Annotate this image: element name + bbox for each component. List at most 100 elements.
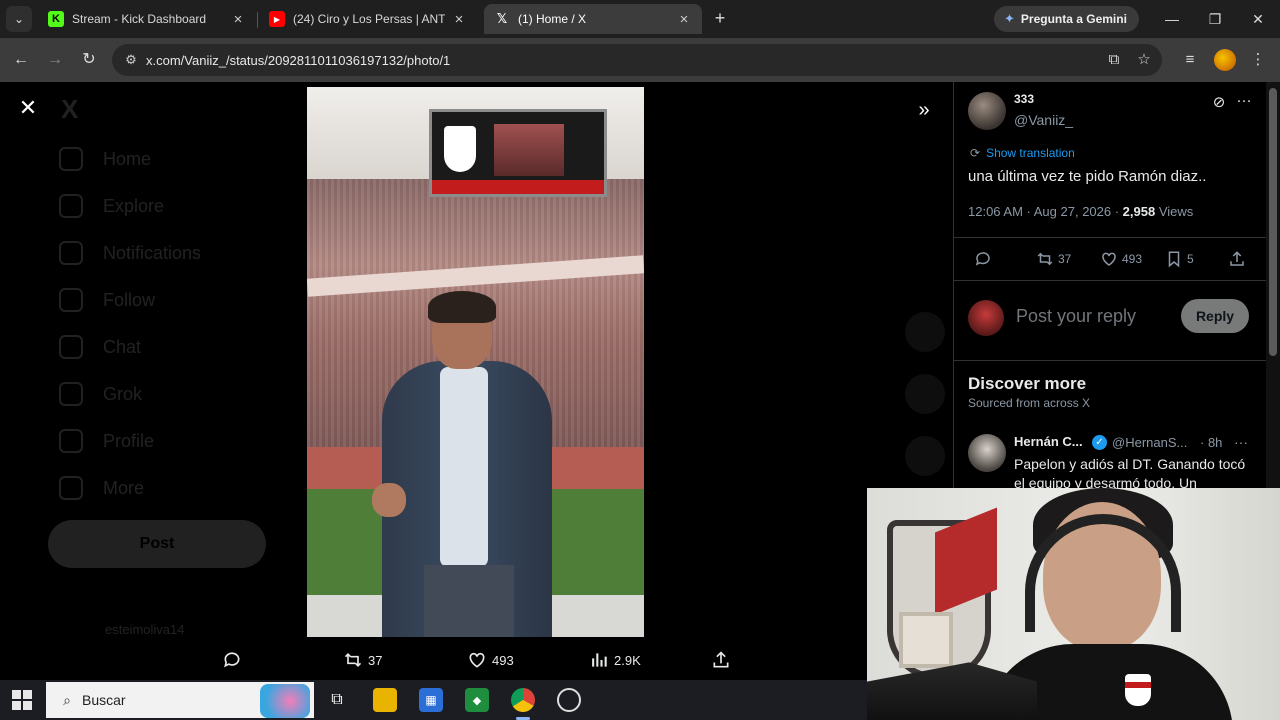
reload-icon[interactable]: ↻ — [76, 47, 102, 73]
close-photo-icon[interactable]: ✕ — [16, 96, 40, 120]
photo-person-jeans — [424, 565, 514, 637]
kick-icon: K — [48, 11, 64, 27]
author-handle[interactable]: @Vaniiz_ — [1014, 112, 1073, 128]
tab-x-home[interactable]: 𝕏 (1) Home / X × — [484, 4, 702, 34]
install-app-icon[interactable]: ⧉ — [1101, 47, 1127, 73]
x-logo-icon: X — [61, 94, 79, 124]
media-controls-icon[interactable]: ≡ — [1177, 47, 1203, 73]
taskbar-search-box[interactable]: ⌕ Buscar — [46, 682, 314, 718]
more-options-icon[interactable]: ··· — [1234, 434, 1248, 450]
windows-start-icon[interactable] — [12, 690, 32, 710]
show-translation-link[interactable]: ⟳ Show translation — [970, 146, 1075, 160]
river-plate-crest-icon — [444, 126, 476, 172]
task-view-icon[interactable]: ⧉ — [325, 688, 349, 712]
bell-icon — [59, 241, 83, 265]
tweet-photo[interactable] — [307, 87, 644, 637]
related-author-name[interactable]: Hernán C... — [1014, 434, 1083, 449]
retweet-count: 37 — [368, 652, 383, 668]
reply-icon — [975, 252, 990, 266]
tab-youtube[interactable]: ▶ (24) Ciro y Los Persas | ANT × — [259, 4, 477, 34]
chrome-menu-icon[interactable]: ⋮ — [1245, 47, 1271, 73]
obs-icon[interactable] — [557, 688, 581, 712]
nav-explore: Explore — [59, 191, 164, 221]
like-count: 493 — [492, 652, 514, 668]
tab-separator — [257, 12, 258, 28]
more-options-icon[interactable]: ··· — [1234, 92, 1254, 110]
related-post-time[interactable]: · 8h — [1200, 435, 1222, 450]
nav-chat: Chat — [59, 332, 141, 362]
panel-share-button[interactable] — [1228, 250, 1250, 268]
nav-notifications: Notifications — [59, 238, 201, 268]
tab-title: (1) Home / X — [518, 12, 587, 26]
close-tab-icon[interactable]: × — [676, 11, 692, 28]
address-bar[interactable]: ⚙ x.com/Vaniiz_/status/20928110110361971… — [112, 44, 1162, 76]
photo-scoreboard — [429, 109, 607, 197]
panel-retweet-button[interactable]: 37 — [1036, 250, 1071, 268]
bookmark-star-icon[interactable]: ☆ — [1131, 47, 1157, 73]
new-tab-button[interactable]: + — [709, 7, 731, 29]
tweet-timestamp[interactable]: 12:06 AM · Aug 27, 2026 · — [968, 204, 1123, 219]
microsoft-store-icon[interactable]: ▦ — [419, 688, 443, 712]
tab-kick-dashboard[interactable]: K Stream - Kick Dashboard × — [38, 4, 256, 34]
account-name: esteimoliva14 — [105, 622, 185, 637]
divider — [954, 237, 1266, 238]
back-icon[interactable]: ← — [8, 47, 34, 73]
photo-red-band — [432, 180, 604, 194]
like-button[interactable]: 493 — [466, 650, 514, 670]
retweet-button[interactable]: 37 — [342, 650, 382, 670]
profile-avatar[interactable] — [1214, 49, 1236, 71]
webcam-overlay — [867, 488, 1280, 720]
scrollbar-thumb[interactable] — [1269, 88, 1277, 356]
background-avatar — [905, 312, 945, 352]
forward-icon[interactable]: → — [42, 47, 68, 73]
shield-red-band — [935, 507, 997, 615]
related-author-avatar[interactable] — [968, 434, 1006, 472]
share-button[interactable] — [710, 650, 736, 670]
minimize-icon[interactable]: — — [1159, 6, 1185, 32]
url-text: x.com/Vaniiz_/status/2092811011036197132… — [146, 52, 451, 68]
nav-profile: Profile — [59, 426, 154, 456]
river-plate-crest-icon — [1125, 674, 1151, 706]
views-button[interactable]: 2.9K — [588, 650, 641, 670]
close-tab-icon[interactable]: × — [230, 11, 246, 28]
gemini-sparkle-icon: ✦ — [1004, 11, 1015, 26]
person-add-icon — [59, 288, 83, 312]
divider — [954, 280, 1266, 281]
heart-icon — [469, 652, 485, 668]
author-avatar[interactable] — [968, 92, 1006, 130]
collapse-panel-icon[interactable]: » — [910, 96, 938, 124]
close-tab-icon[interactable]: × — [451, 11, 467, 28]
grok-icon[interactable]: ⊘ — [1210, 94, 1228, 112]
xbox-app-icon[interactable]: ◆ — [465, 688, 489, 712]
related-author-handle[interactable]: @HernanS... — [1112, 435, 1187, 450]
taskbar-search-label: Buscar — [82, 692, 126, 708]
chrome-icon[interactable] — [511, 688, 535, 712]
photo-person-hair — [428, 291, 496, 323]
reply-submit-button[interactable]: Reply — [1181, 299, 1249, 333]
tab-search-chevron-icon[interactable]: ⌄ — [6, 6, 32, 32]
restore-icon[interactable]: ❐ — [1202, 6, 1228, 32]
photo-action-bar: 37 493 2.9K — [0, 640, 866, 680]
background-avatar — [905, 374, 945, 414]
grok-icon — [59, 382, 83, 406]
nav-grok: Grok — [59, 379, 142, 409]
nav-follow: Follow — [59, 285, 155, 315]
reply-button[interactable] — [221, 650, 247, 670]
my-avatar — [968, 300, 1004, 336]
gemini-button[interactable]: ✦ Pregunta a Gemini — [994, 6, 1139, 32]
panel-reply-button[interactable] — [974, 250, 996, 268]
panel-bookmark-button[interactable]: 5 — [1165, 250, 1194, 268]
x-icon: 𝕏 — [496, 11, 508, 26]
file-explorer-icon[interactable] — [373, 688, 397, 712]
heart-icon — [1102, 252, 1116, 266]
author-display-name[interactable]: 333 — [1014, 92, 1034, 106]
panel-like-button[interactable]: 493 — [1100, 250, 1142, 268]
tweet-text: una última vez te pido Ramón diaz.. — [968, 168, 1207, 185]
bookmark-count: 5 — [1187, 252, 1194, 266]
background-sidebar: X Home Explore Notifications Follow Chat… — [48, 82, 295, 680]
windows-taskbar: ⌕ Buscar ⧉ ▦ ◆ — [0, 680, 867, 720]
reply-input[interactable]: Post your reply — [1016, 306, 1136, 327]
site-info-icon[interactable]: ⚙ — [116, 52, 146, 68]
youtube-icon: ▶ — [269, 11, 285, 27]
window-close-icon[interactable]: ✕ — [1245, 6, 1271, 32]
